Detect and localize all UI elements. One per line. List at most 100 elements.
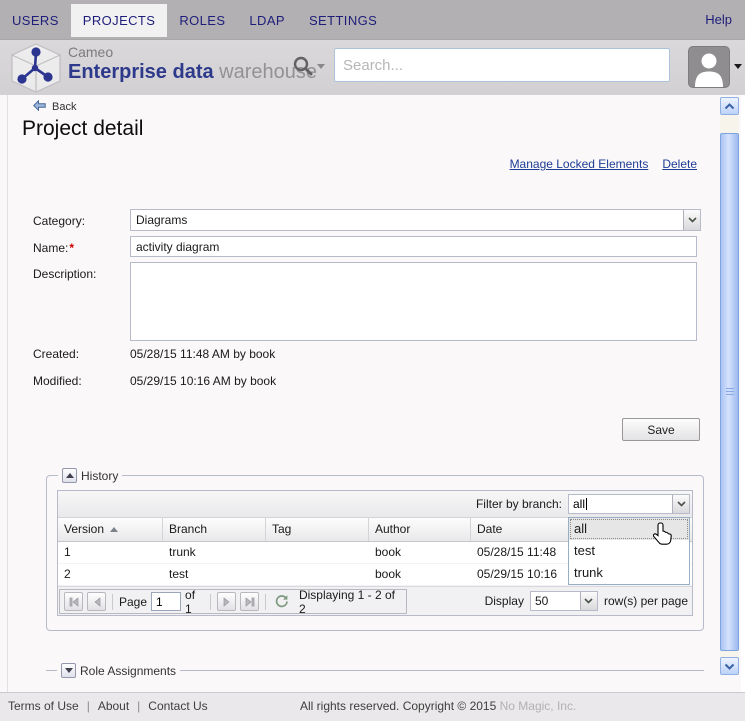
column-header-branch-label: Branch xyxy=(169,518,207,541)
vertical-scrollbar[interactable] xyxy=(720,97,739,675)
separator xyxy=(210,594,211,610)
created-value: 05/28/15 11:48 AM by book xyxy=(130,347,275,361)
nav-tab-users[interactable]: USERS xyxy=(0,4,71,37)
role-assignments-label: Role Assignments xyxy=(80,664,176,678)
search-icon[interactable] xyxy=(292,55,314,82)
brand-line1: Cameo xyxy=(68,45,317,61)
page-label: Page xyxy=(119,595,147,609)
cell-branch: trunk xyxy=(163,542,266,563)
per-page-label: row(s) per page xyxy=(604,594,688,608)
column-header-date-label: Date xyxy=(477,518,502,541)
branch-filter-dropdown: all test trunk xyxy=(568,517,690,585)
cell-tag xyxy=(266,564,369,585)
branch-filter-combobox[interactable]: all xyxy=(568,494,690,514)
triangle-up-icon xyxy=(66,473,74,478)
delete-link[interactable]: Delete xyxy=(662,157,697,171)
cell-tag xyxy=(266,542,369,563)
triangle-down-icon xyxy=(65,668,73,673)
description-label: Description: xyxy=(33,267,96,281)
text-cursor xyxy=(586,498,587,510)
contact-us-link[interactable]: Contact Us xyxy=(148,693,207,720)
description-textarea[interactable] xyxy=(130,262,697,341)
category-select[interactable]: Diagrams xyxy=(130,209,701,231)
column-header-version-label: Version xyxy=(64,518,104,541)
dropdown-option-trunk[interactable]: trunk xyxy=(569,562,689,584)
nav-tab-ldap[interactable]: LDAP xyxy=(237,4,297,37)
separator xyxy=(112,594,113,610)
footer: Terms of Use | About | Contact Us All ri… xyxy=(0,692,745,721)
chevron-down-icon[interactable] xyxy=(683,210,700,230)
terms-of-use-link[interactable]: Terms of Use xyxy=(8,693,79,720)
brand-text: Cameo Enterprise data warehouse xyxy=(68,45,317,83)
separator: | xyxy=(87,693,90,720)
refresh-button[interactable] xyxy=(272,592,290,611)
column-header-tag[interactable]: Tag xyxy=(266,518,369,541)
back-link[interactable]: Back xyxy=(33,100,76,114)
displaying-status: Displaying 1 - 2 of 2 xyxy=(299,588,402,616)
cell-branch: test xyxy=(163,564,266,585)
cell-author: book xyxy=(369,542,471,563)
save-button[interactable]: Save xyxy=(622,418,700,441)
last-page-button[interactable] xyxy=(240,592,259,611)
about-link[interactable]: About xyxy=(98,693,129,720)
scrollbar-down-button[interactable] xyxy=(720,657,739,675)
role-assignments-fieldset: Role Assignments xyxy=(46,670,704,680)
chevron-down-icon[interactable] xyxy=(672,495,689,513)
user-menu-caret-icon[interactable] xyxy=(734,64,742,69)
paging-controls: Page of 1 xyxy=(59,589,407,614)
back-arrow-icon xyxy=(33,100,46,114)
chevron-down-icon[interactable] xyxy=(580,592,597,610)
name-label: Name:* xyxy=(33,239,74,257)
name-input[interactable] xyxy=(130,236,697,257)
paging-toolbar: Page of 1 xyxy=(58,586,692,615)
nav-tab-projects[interactable]: PROJECTS xyxy=(71,4,168,37)
footer-links: Terms of Use | About | Contact Us xyxy=(8,693,208,720)
prev-page-button[interactable] xyxy=(87,592,106,611)
page-size-controls: Display 50 row(s) per page xyxy=(485,591,688,611)
cell-version: 2 xyxy=(58,564,163,585)
required-asterisk: * xyxy=(69,241,74,255)
dropdown-option-all[interactable]: all xyxy=(569,518,689,540)
history-legend: History xyxy=(58,468,122,483)
expand-role-assignments-button[interactable] xyxy=(61,663,76,678)
cell-author: book xyxy=(369,564,471,585)
right-gutter xyxy=(741,95,745,721)
manage-locked-elements-link[interactable]: Manage Locked Elements xyxy=(510,157,649,171)
page-input[interactable] xyxy=(151,592,181,611)
separator: | xyxy=(137,693,140,720)
brand-strong: Enterprise data xyxy=(68,61,214,83)
cell-version: 1 xyxy=(58,542,163,563)
separator xyxy=(265,594,266,610)
created-label: Created: xyxy=(33,347,79,361)
display-label: Display xyxy=(485,594,524,608)
column-header-tag-label: Tag xyxy=(272,518,291,541)
dropdown-option-test[interactable]: test xyxy=(569,540,689,562)
next-page-button[interactable] xyxy=(217,592,236,611)
cameo-logo-icon xyxy=(8,42,64,99)
search-options-caret-icon[interactable] xyxy=(317,64,325,69)
filter-by-branch-label: Filter by branch: xyxy=(476,497,562,511)
branch-filter-value: all xyxy=(573,497,585,511)
user-avatar[interactable] xyxy=(688,46,730,88)
role-assignments-legend: Role Assignments xyxy=(57,663,180,678)
brand-line2: Enterprise data warehouse xyxy=(68,61,317,83)
nav-tab-roles[interactable]: ROLES xyxy=(167,4,237,37)
header-bar: Cameo Enterprise data warehouse xyxy=(0,40,745,95)
back-label: Back xyxy=(52,101,76,113)
help-link[interactable]: Help xyxy=(705,0,732,40)
copyright-label: All rights reserved. Copyright © 2015 xyxy=(300,699,500,713)
first-page-button[interactable] xyxy=(64,592,83,611)
search-input[interactable] xyxy=(334,48,670,82)
column-header-author[interactable]: Author xyxy=(369,518,471,541)
column-header-version[interactable]: Version xyxy=(58,518,163,541)
column-header-branch[interactable]: Branch xyxy=(163,518,266,541)
page-size-select[interactable]: 50 xyxy=(530,591,598,611)
scrollbar-up-button[interactable] xyxy=(720,97,739,115)
modified-value: 05/29/15 10:16 AM by book xyxy=(130,374,276,388)
nav-tab-settings[interactable]: SETTINGS xyxy=(297,4,389,37)
collapse-history-button[interactable] xyxy=(62,468,77,483)
scrollbar-thumb[interactable] xyxy=(720,133,739,651)
app-window: USERS PROJECTS ROLES LDAP SETTINGS Help … xyxy=(0,0,745,721)
page-title: Project detail xyxy=(22,117,143,141)
sort-ascending-icon xyxy=(110,527,118,532)
